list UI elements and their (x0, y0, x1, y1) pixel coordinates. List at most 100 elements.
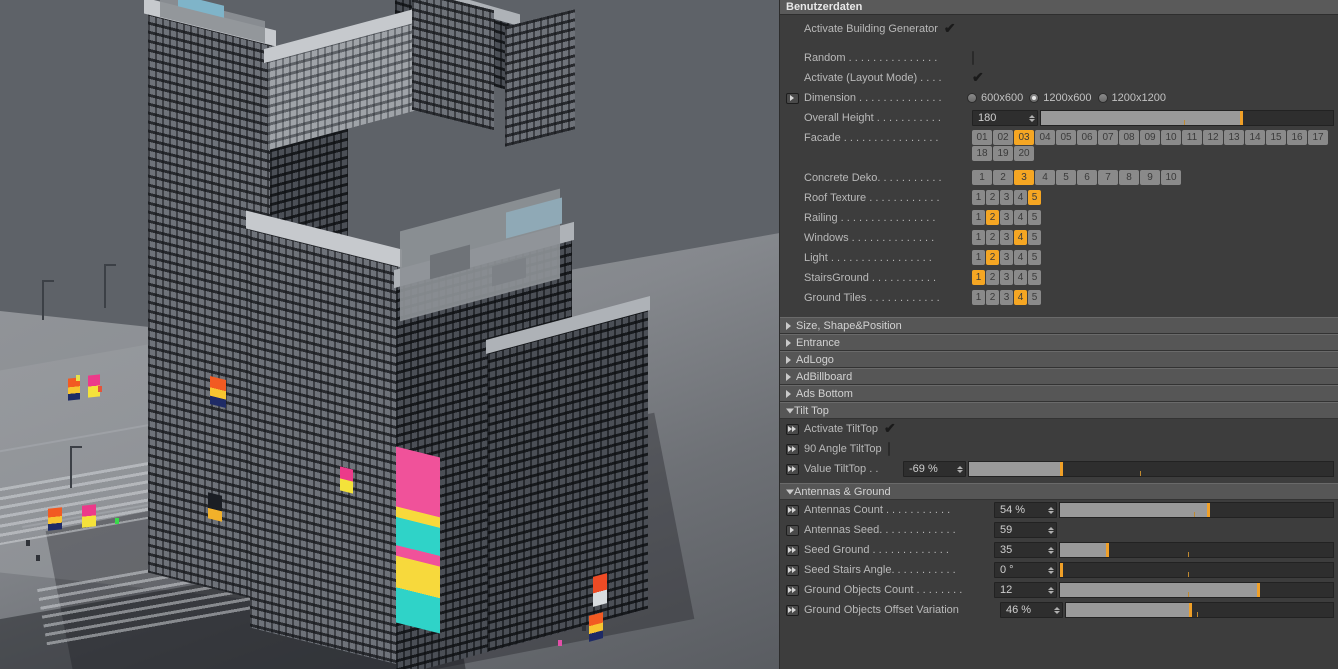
attribute-manager-panel[interactable]: Benutzerdaten Activate Building Generato… (779, 0, 1338, 669)
facade-option-13[interactable]: 13 (1224, 130, 1244, 145)
row-facade[interactable]: Facade . . . . . . . . . . . . . . . . 0… (780, 128, 1338, 164)
row-railing[interactable]: Railing . . . . . . . . . . . . . . . . … (780, 208, 1338, 228)
checkbox-activate-tilttop[interactable] (884, 420, 896, 437)
stairs-ground-option-2[interactable]: 2 (986, 270, 999, 285)
slider-overall-height[interactable] (1040, 110, 1334, 126)
facade-option-18[interactable]: 18 (972, 146, 992, 161)
animation-track-icon[interactable] (786, 423, 799, 435)
checkbox-90-angle-tilttop[interactable] (887, 442, 900, 456)
slider-seed-ground[interactable] (1059, 542, 1334, 558)
facade-option-17[interactable]: 17 (1308, 130, 1328, 145)
facade-option-04[interactable]: 04 (1035, 130, 1055, 145)
numfield-antennas-count[interactable]: 54 % (994, 502, 1057, 518)
section-adlogo[interactable]: AdLogo (780, 351, 1338, 368)
concrete-deko-option-2[interactable]: 2 (993, 170, 1013, 185)
numfield-ground-objects-count[interactable]: 12 (994, 582, 1057, 598)
railing-option-1[interactable]: 1 (972, 210, 985, 225)
facade-option-12[interactable]: 12 (1203, 130, 1223, 145)
numfield-ground-objects-offset-variation[interactable]: 46 % (1000, 602, 1063, 618)
section-ads-bottom[interactable]: Ads Bottom (780, 385, 1338, 402)
light-option-2[interactable]: 2 (986, 250, 999, 265)
facade-option-07[interactable]: 07 (1098, 130, 1118, 145)
row-dimension[interactable]: Dimension . . . . . . . . . . . . . . 60… (780, 88, 1338, 108)
concrete-deko-option-3[interactable]: 3 (1014, 170, 1034, 185)
concrete-deko-option-7[interactable]: 7 (1098, 170, 1118, 185)
ground-tiles-option-1[interactable]: 1 (972, 290, 985, 305)
concrete-deko-option-6[interactable]: 6 (1077, 170, 1097, 185)
button-group-railing[interactable]: 1 2 3 4 5 (972, 210, 1042, 226)
concrete-deko-option-10[interactable]: 10 (1161, 170, 1181, 185)
facade-option-05[interactable]: 05 (1056, 130, 1076, 145)
section-tilt-top[interactable]: Tilt Top (780, 402, 1338, 419)
row-90-angle-tilttop[interactable]: 90 Angle TiltTop (780, 439, 1338, 459)
railing-option-5[interactable]: 5 (1028, 210, 1041, 225)
railing-option-4[interactable]: 4 (1014, 210, 1027, 225)
radio-600x600[interactable] (967, 93, 977, 103)
radio-1200x1200[interactable] (1097, 93, 1108, 103)
numfield-overall-height[interactable]: 180 (972, 110, 1038, 126)
row-ground-objects-count[interactable]: Ground Objects Count . . . . . . . . 12 (780, 580, 1338, 600)
ground-tiles-option-3[interactable]: 3 (1000, 290, 1013, 305)
3d-city-viewport[interactable] (0, 0, 779, 669)
roof-texture-option-5[interactable]: 5 (1028, 190, 1041, 205)
facade-option-14[interactable]: 14 (1245, 130, 1265, 145)
stairs-ground-option-4[interactable]: 4 (1014, 270, 1027, 285)
animation-track-icon[interactable] (786, 604, 799, 616)
facade-option-08[interactable]: 08 (1119, 130, 1139, 145)
section-adbillboard[interactable]: AdBillboard (780, 368, 1338, 385)
section-entrance[interactable]: Entrance (780, 334, 1338, 351)
slider-seed-stairs-angle[interactable] (1059, 562, 1334, 578)
row-windows[interactable]: Windows . . . . . . . . . . . . . . 1 2 … (780, 228, 1338, 248)
ground-tiles-option-2[interactable]: 2 (986, 290, 999, 305)
concrete-deko-option-5[interactable]: 5 (1056, 170, 1076, 185)
checkbox-random[interactable] (972, 51, 984, 65)
row-seed-stairs-angle[interactable]: Seed Stairs Angle. . . . . . . . . . . 0… (780, 560, 1338, 580)
concrete-deko-option-8[interactable]: 8 (1119, 170, 1139, 185)
stairs-ground-option-3[interactable]: 3 (1000, 270, 1013, 285)
roof-texture-option-4[interactable]: 4 (1014, 190, 1027, 205)
light-option-1[interactable]: 1 (972, 250, 985, 265)
row-seed-ground[interactable]: Seed Ground . . . . . . . . . . . . . 35 (780, 540, 1338, 560)
light-option-3[interactable]: 3 (1000, 250, 1013, 265)
slider-ground-objects-offset-variation[interactable] (1065, 602, 1334, 618)
row-activate-tilttop[interactable]: Activate TiltTop (780, 419, 1338, 439)
facade-option-20[interactable]: 20 (1014, 146, 1034, 161)
radio-option-1200x1200[interactable]: 1200x1200 (1097, 92, 1166, 104)
row-stairs-ground[interactable]: StairsGround . . . . . . . . . . . 1 2 3… (780, 268, 1338, 288)
row-roof-texture[interactable]: Roof Texture . . . . . . . . . . . . 1 2… (780, 188, 1338, 208)
numfield-seed-stairs-angle[interactable]: 0 ° (994, 562, 1057, 578)
railing-option-3[interactable]: 3 (1000, 210, 1013, 225)
numfield-antennas-seed[interactable]: 59 (994, 522, 1057, 538)
facade-option-10[interactable]: 10 (1161, 130, 1181, 145)
facade-option-06[interactable]: 06 (1077, 130, 1097, 145)
button-group-windows[interactable]: 1 2 3 4 5 (972, 230, 1042, 246)
button-group-stairs-ground[interactable]: 1 2 3 4 5 (972, 270, 1042, 286)
facade-option-02[interactable]: 02 (993, 130, 1013, 145)
facade-option-19[interactable]: 19 (993, 146, 1013, 161)
section-size-shape-position[interactable]: Size, Shape&Position (780, 317, 1338, 334)
spinner-overall-height[interactable] (1028, 112, 1035, 124)
spinner-antennas-seed[interactable] (1047, 524, 1054, 536)
slider-ground-objects-count[interactable] (1059, 582, 1334, 598)
spinner-seed-stairs-angle[interactable] (1047, 564, 1054, 576)
facade-option-03[interactable]: 03 (1014, 130, 1034, 145)
ground-tiles-option-4[interactable]: 4 (1014, 290, 1027, 305)
windows-option-4[interactable]: 4 (1014, 230, 1027, 245)
animation-track-icon[interactable] (786, 504, 799, 516)
animation-track-icon[interactable] (786, 443, 799, 455)
row-overall-height[interactable]: Overall Height . . . . . . . . . . . 180 (780, 108, 1338, 128)
concrete-deko-option-9[interactable]: 9 (1140, 170, 1160, 185)
row-antennas-count[interactable]: Antennas Count . . . . . . . . . . . 54 … (780, 500, 1338, 520)
radio-option-600x600[interactable]: 600x600 (967, 92, 1023, 104)
row-light[interactable]: Light . . . . . . . . . . . . . . . . . … (780, 248, 1338, 268)
ground-tiles-option-5[interactable]: 5 (1028, 290, 1041, 305)
button-group-light[interactable]: 1 2 3 4 5 (972, 250, 1042, 266)
animation-track-icon[interactable] (786, 524, 799, 536)
animation-track-icon[interactable] (786, 584, 799, 596)
stairs-ground-option-5[interactable]: 5 (1028, 270, 1041, 285)
slider-antennas-count[interactable] (1059, 502, 1334, 518)
concrete-deko-option-1[interactable]: 1 (972, 170, 992, 185)
light-option-5[interactable]: 5 (1028, 250, 1041, 265)
windows-option-3[interactable]: 3 (1000, 230, 1013, 245)
facade-option-11[interactable]: 11 (1182, 130, 1202, 145)
